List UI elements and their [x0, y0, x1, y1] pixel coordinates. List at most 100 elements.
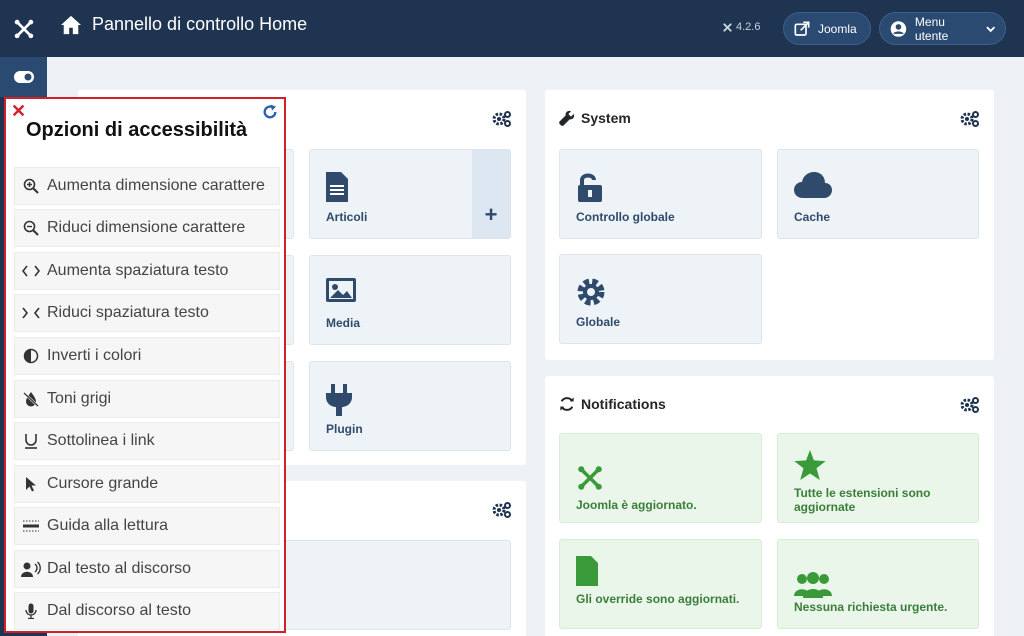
- tile-plugin-label: Plugin: [326, 422, 363, 436]
- contrast-icon: [21, 348, 41, 364]
- a11y-item-label: Cursore grande: [47, 475, 159, 492]
- cogs-icon: [960, 111, 979, 127]
- gear-icon: [576, 277, 606, 312]
- a11y-item-label: Sottolinea i link: [47, 432, 155, 449]
- page-title: Pannello di controllo Home: [60, 14, 307, 35]
- cloud-icon: [794, 172, 832, 203]
- user-menu-label: Menu utente: [914, 14, 949, 43]
- a11y-increase-font[interactable]: Aumenta dimensione carattere: [14, 167, 280, 205]
- a11y-decrease-spacing[interactable]: Riduci spaziatura testo: [14, 294, 280, 332]
- tile-media-label: Media: [326, 316, 361, 330]
- a11y-item-label: Guida alla lettura: [47, 517, 168, 534]
- tile-joomla-update[interactable]: Joomla è aggiornato.: [559, 433, 762, 523]
- a11y-reading-guide[interactable]: Guida alla lettura: [14, 507, 280, 545]
- microphone-icon: [21, 603, 41, 619]
- home-icon: [61, 15, 81, 34]
- star-icon: [794, 450, 826, 485]
- user-menu-button[interactable]: Menu utente: [879, 12, 1006, 45]
- system-card-title: System: [559, 110, 631, 126]
- add-article-button[interactable]: +: [472, 150, 510, 238]
- top-bar: Pannello di controllo Home 4.2.6 Joomla …: [0, 0, 1024, 57]
- users-icon: [794, 572, 832, 603]
- joomla-site-label: Joomla: [818, 21, 857, 36]
- accessibility-title: Opzioni di accessibilità: [26, 119, 248, 141]
- tile-media[interactable]: Media: [309, 255, 511, 345]
- a11y-grayscale[interactable]: Toni grigi: [14, 380, 280, 418]
- external-link-icon: [794, 21, 810, 36]
- tile-overrides-label: Gli override sono aggiornati.: [576, 592, 740, 606]
- user-icon: [890, 20, 907, 37]
- tile-articles-label: Articoli: [326, 210, 368, 224]
- tile-privacy-requests[interactable]: Nessuna richiesta urgente.: [777, 539, 979, 629]
- increase-spacing-icon: [21, 265, 41, 277]
- a11y-underline-links[interactable]: Sottolinea i link: [14, 422, 280, 460]
- a11y-big-cursor[interactable]: Cursore grande: [14, 465, 280, 503]
- joomla-logo-icon: [14, 19, 33, 38]
- a11y-invert-colors[interactable]: Inverti i colori: [14, 337, 280, 375]
- version-text: 4.2.6: [736, 21, 761, 33]
- cogs-icon: [960, 397, 979, 413]
- toggle-icon: [13, 71, 34, 83]
- plus-icon: +: [484, 202, 498, 227]
- a11y-item-label: Dal testo al discorso: [47, 560, 192, 577]
- tile-cache-label: Cache: [794, 210, 831, 224]
- decrease-spacing-icon: [21, 307, 41, 319]
- tile-hidden-4[interactable]: [278, 540, 511, 630]
- underline-icon: [21, 433, 41, 449]
- a11y-item-label: Dal discorso al testo: [47, 602, 192, 619]
- reset-icon[interactable]: [262, 104, 278, 125]
- tile-extensions-update-label: Tutte le estensioni sono aggiornate: [794, 486, 931, 514]
- a11y-item-label: Toni grigi: [47, 390, 112, 407]
- tile-global-checkin[interactable]: Controllo globale: [559, 149, 762, 239]
- joomla-icon: [576, 464, 604, 497]
- a11y-speech-to-text[interactable]: Dal discorso al testo: [14, 592, 280, 630]
- close-icon[interactable]: ✕: [11, 102, 26, 120]
- wrench-icon: [559, 110, 575, 126]
- file-icon: [326, 172, 348, 207]
- notifications-card: Notifications Joomla è aggiornato. Tutte…: [545, 376, 994, 636]
- system-card-title-text: System: [581, 110, 631, 126]
- a11y-item-label: Aumenta dimensione carattere: [47, 177, 265, 194]
- a11y-item-label: Aumenta spaziatura testo: [47, 262, 229, 279]
- a11y-item-label: Riduci spaziatura testo: [47, 304, 209, 321]
- notifications-card-settings[interactable]: [960, 396, 980, 419]
- cogs-icon: [492, 111, 511, 127]
- file-icon: [576, 556, 598, 591]
- zoom-in-icon: [21, 178, 41, 194]
- system-card-settings[interactable]: [960, 110, 980, 133]
- tile-joomla-update-label: Joomla è aggiornato.: [576, 498, 697, 512]
- unlock-icon: [576, 172, 604, 207]
- a11y-item-label: Inverti i colori: [47, 347, 142, 364]
- version-badge: 4.2.6: [722, 21, 760, 33]
- tile-overrides[interactable]: Gli override sono aggiornati.: [559, 539, 762, 629]
- joomla-small-icon: [723, 22, 732, 32]
- accessibility-panel: ✕ Opzioni di accessibilità Aumenta dimen…: [4, 97, 286, 633]
- sync-icon: [560, 397, 574, 411]
- image-icon: [326, 278, 356, 307]
- content-card-settings[interactable]: [492, 110, 512, 133]
- notifications-card-title-text: Notifications: [581, 396, 666, 412]
- tile-cache[interactable]: Cache: [777, 149, 979, 239]
- cursor-icon: [21, 476, 41, 492]
- tile-plugin[interactable]: Plugin: [309, 361, 511, 451]
- a11y-decrease-font[interactable]: Riduci dimensione carattere: [14, 209, 280, 247]
- joomla-logo[interactable]: [0, 0, 47, 57]
- grayscale-icon: [21, 391, 41, 407]
- notifications-card-title: Notifications: [559, 396, 666, 412]
- chevron-down-icon: [985, 25, 995, 32]
- a11y-increase-spacing[interactable]: Aumenta spaziatura testo: [14, 252, 280, 290]
- joomla-site-button[interactable]: Joomla: [783, 12, 871, 45]
- cogs-icon: [492, 502, 511, 518]
- system-card: System Controllo globale Cache Globale: [545, 90, 994, 360]
- zoom-out-icon: [21, 220, 41, 236]
- page-title-text: Pannello di controllo Home: [92, 14, 308, 34]
- lower-card-settings[interactable]: [492, 501, 512, 524]
- sidebar-toggle-button[interactable]: [0, 57, 47, 97]
- tile-global-config[interactable]: Globale: [559, 254, 762, 344]
- tile-articles[interactable]: Articoli +: [309, 149, 511, 239]
- a11y-text-to-speech[interactable]: Dal testo al discorso: [14, 550, 280, 588]
- tile-extensions-update[interactable]: Tutte le estensioni sono aggiornate: [777, 433, 979, 523]
- text-to-speech-icon: [21, 561, 41, 577]
- reading-guide-icon: [21, 519, 41, 533]
- tile-global-config-label: Globale: [576, 315, 621, 329]
